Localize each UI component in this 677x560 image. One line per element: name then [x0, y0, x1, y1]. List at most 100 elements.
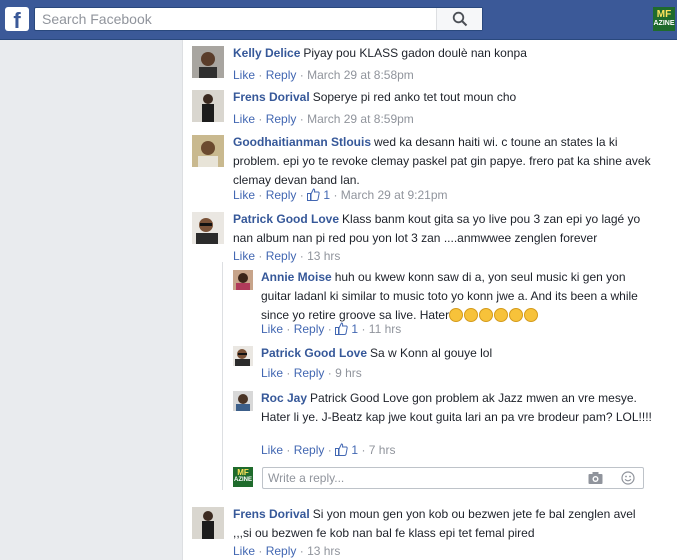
like-count[interactable]: 1	[307, 188, 330, 202]
like-link[interactable]: Like	[233, 544, 255, 558]
comment-author[interactable]: Patrick Good Love	[261, 346, 367, 360]
thumbs-up-icon	[335, 322, 348, 335]
comment-body: Kelly Delice Piyay pou KLASS gadon doulè …	[233, 44, 653, 63]
comment-body: Goodhaitianman Stlouis wed ka desann hait…	[233, 133, 653, 190]
avatar[interactable]	[192, 135, 224, 167]
comment-actions: Like · Reply · 1 · March 29 at 9:21pm	[233, 188, 448, 202]
separator: ·	[299, 249, 304, 263]
tongue-emoji-icon	[494, 308, 509, 322]
search-box	[34, 7, 483, 31]
comment-body: Frens Dorival Soperye pi red anko tet tou…	[233, 88, 653, 107]
separator: ·	[361, 322, 366, 336]
comment-text: Sa w Konn al gouye lol	[370, 346, 493, 360]
separator: ·	[286, 366, 291, 380]
reply-link[interactable]: Reply	[294, 366, 325, 380]
page-brand-logo[interactable]: MF AZINE	[653, 7, 675, 31]
separator: ·	[286, 443, 291, 457]
like-count[interactable]: 1	[335, 443, 358, 457]
comment-actions: Like · Reply · 1 · 11 hrs	[261, 322, 401, 336]
comment-timestamp[interactable]: March 29 at 9:21pm	[341, 188, 448, 202]
comment-timestamp[interactable]: 7 hrs	[369, 443, 396, 457]
comment-actions: Like · Reply · 13 hrs	[233, 249, 340, 263]
separator: ·	[299, 112, 304, 126]
reply-input[interactable]	[263, 468, 583, 488]
avatar[interactable]	[233, 346, 253, 366]
reply-link[interactable]: Reply	[294, 322, 325, 336]
separator: ·	[258, 68, 263, 82]
reply-thread-line	[222, 262, 223, 490]
reply-box	[262, 467, 644, 489]
comment-timestamp[interactable]: 13 hrs	[307, 544, 340, 558]
brand-logo-line2: AZINE	[653, 20, 675, 27]
comment-author[interactable]: Goodhaitianman Stlouis	[233, 135, 371, 149]
comment-text: Piyay pou KLASS gadon doulè nan konpa	[303, 46, 527, 60]
comment-body: Frens Dorival Si yon moun gen yon kob ou …	[233, 505, 653, 543]
comment-author[interactable]: Patrick Good Love	[233, 212, 339, 226]
comment-author[interactable]: Annie Moise	[261, 270, 332, 284]
like-link[interactable]: Like	[233, 112, 255, 126]
separator: ·	[327, 366, 332, 380]
reply-link[interactable]: Reply	[266, 544, 297, 558]
avatar[interactable]	[233, 391, 253, 411]
separator: ·	[299, 544, 304, 558]
like-link[interactable]: Like	[261, 322, 283, 336]
like-count[interactable]: 1	[335, 322, 358, 336]
comment-author[interactable]: Frens Dorival	[233, 507, 310, 521]
laughing-emoji-icon	[464, 308, 479, 322]
like-count-number: 1	[351, 322, 359, 336]
avatar[interactable]	[192, 212, 224, 244]
avatar[interactable]	[233, 270, 253, 290]
comment-actions: Like · Reply · 9 hrs	[261, 366, 362, 380]
laughing-emoji-icon	[449, 308, 464, 322]
comment-timestamp[interactable]: 11 hrs	[369, 322, 401, 336]
avatar[interactable]	[192, 90, 224, 122]
comment-timestamp[interactable]: 9 hrs	[335, 366, 362, 380]
thumbs-up-icon	[335, 443, 348, 456]
reply-link[interactable]: Reply	[266, 188, 297, 202]
comment-timestamp[interactable]: 13 hrs	[307, 249, 340, 263]
separator: ·	[258, 249, 263, 263]
comment-author[interactable]: Kelly Delice	[233, 46, 300, 60]
emoji-icon[interactable]	[621, 471, 635, 485]
avatar[interactable]	[192, 46, 224, 78]
reply-link[interactable]: Reply	[266, 68, 297, 82]
top-bar: f MF AZINE	[0, 0, 677, 40]
separator: ·	[286, 322, 291, 336]
comment-actions: Like · Reply · 13 hrs	[233, 544, 340, 558]
like-link[interactable]: Like	[261, 443, 283, 457]
reply-link[interactable]: Reply	[266, 112, 297, 126]
comment-actions: Like · Reply · 1 · 7 hrs	[261, 443, 395, 457]
comment-timestamp[interactable]: March 29 at 8:59pm	[307, 112, 414, 126]
separator: ·	[299, 68, 304, 82]
like-link[interactable]: Like	[261, 366, 283, 380]
search-button[interactable]	[436, 8, 482, 30]
like-link[interactable]: Like	[233, 188, 255, 202]
like-count-number: 1	[323, 188, 331, 202]
camera-icon[interactable]	[588, 471, 603, 485]
comment-text: Soperye pi red anko tet tout moun cho	[312, 90, 517, 104]
reply-link[interactable]: Reply	[294, 443, 325, 457]
like-link[interactable]: Like	[233, 68, 255, 82]
comment-text: Patrick Good Love gon problem ak Jazz mw…	[261, 391, 652, 424]
search-icon	[452, 11, 467, 27]
separator: ·	[299, 188, 304, 202]
comment-body: Patrick Good Love Sa w Konn al gouye lol	[261, 344, 653, 363]
comment-timestamp[interactable]: March 29 at 8:58pm	[307, 68, 414, 82]
comment-actions: Like · Reply · March 29 at 8:58pm	[233, 68, 414, 82]
separator: ·	[333, 188, 338, 202]
emoji-group	[449, 308, 539, 322]
brand-logo-line1: MF	[237, 468, 249, 477]
brand-logo-line2: AZINE	[234, 477, 252, 483]
avatar[interactable]	[192, 507, 224, 539]
brand-logo-line1: MF	[656, 9, 672, 20]
search-input[interactable]	[35, 8, 438, 30]
like-link[interactable]: Like	[233, 249, 255, 263]
separator: ·	[361, 443, 366, 457]
reply-link[interactable]: Reply	[266, 249, 297, 263]
grin-emoji-icon	[524, 308, 539, 322]
separator: ·	[258, 188, 263, 202]
separator: ·	[327, 443, 332, 457]
comment-author[interactable]: Frens Dorival	[233, 90, 310, 104]
comment-author[interactable]: Roc Jay	[261, 391, 307, 405]
facebook-logo-icon[interactable]: f	[5, 7, 29, 31]
